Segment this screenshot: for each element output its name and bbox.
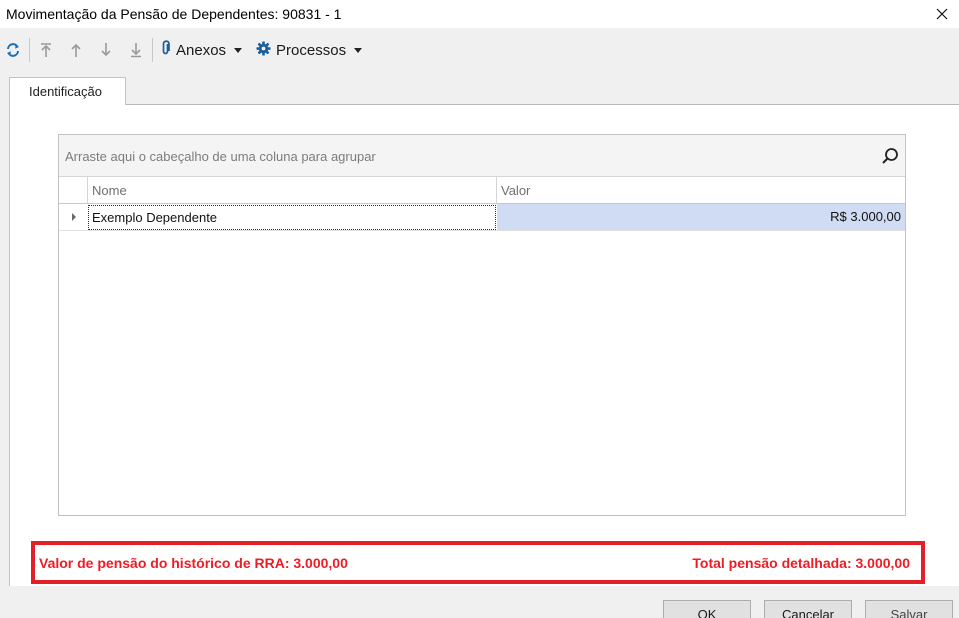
row-indicator-icon (59, 204, 88, 230)
processos-label: Processos (276, 41, 347, 59)
cell-nome[interactable]: Exemplo Dependente (88, 205, 496, 230)
cancel-button[interactable]: Cancelar (764, 600, 852, 618)
search-icon[interactable] (879, 145, 901, 167)
data-grid: Arraste aqui o cabeçalho de uma coluna p… (58, 134, 906, 516)
chevron-down-icon (234, 47, 243, 53)
summary-box: Valor de pensão do histórico de RRA: 3.0… (31, 541, 925, 584)
title-bar: Movimentação da Pensão de Dependentes: 9… (0, 0, 959, 28)
row-indicator-header (59, 177, 88, 203)
processos-menu[interactable]: Processos (253, 38, 365, 62)
toolbar-separator (152, 38, 153, 62)
cell-valor[interactable]: R$ 3.000,00 (497, 204, 905, 230)
group-panel[interactable]: Arraste aqui o cabeçalho de uma coluna p… (59, 135, 905, 177)
gear-icon (256, 40, 271, 60)
move-last-icon[interactable] (125, 38, 147, 62)
total-pensao-value: Total pensão detalhada: 3.000,00 (692, 555, 910, 571)
tab-identificacao[interactable]: Identificação (9, 77, 126, 105)
column-header-row: Nome Valor (59, 177, 905, 204)
tab-label: Identificação (29, 84, 102, 99)
table-row[interactable]: Exemplo Dependente R$ 3.000,00 (59, 204, 905, 231)
close-icon[interactable] (925, 0, 959, 28)
ok-button[interactable]: OK (663, 600, 751, 618)
refresh-icon[interactable] (2, 38, 24, 62)
window-title: Movimentação da Pensão de Dependentes: 9… (6, 6, 342, 22)
column-header-valor[interactable]: Valor (497, 177, 905, 203)
historico-rra-value: Valor de pensão do histórico de RRA: 3.0… (39, 555, 348, 571)
anexos-menu[interactable]: Anexos (158, 38, 245, 62)
column-header-nome[interactable]: Nome (88, 177, 497, 203)
move-first-icon[interactable] (35, 38, 57, 62)
anexos-label: Anexos (176, 41, 227, 59)
toolbar-separator (29, 38, 30, 62)
chevron-down-icon (354, 47, 363, 53)
group-hint: Arraste aqui o cabeçalho de uma coluna p… (65, 149, 376, 164)
paperclip-icon (161, 40, 171, 60)
toolbar: Anexos Processos (0, 34, 959, 66)
save-button[interactable]: Salvar (865, 600, 953, 618)
move-up-icon[interactable] (65, 38, 87, 62)
move-down-icon[interactable] (95, 38, 117, 62)
